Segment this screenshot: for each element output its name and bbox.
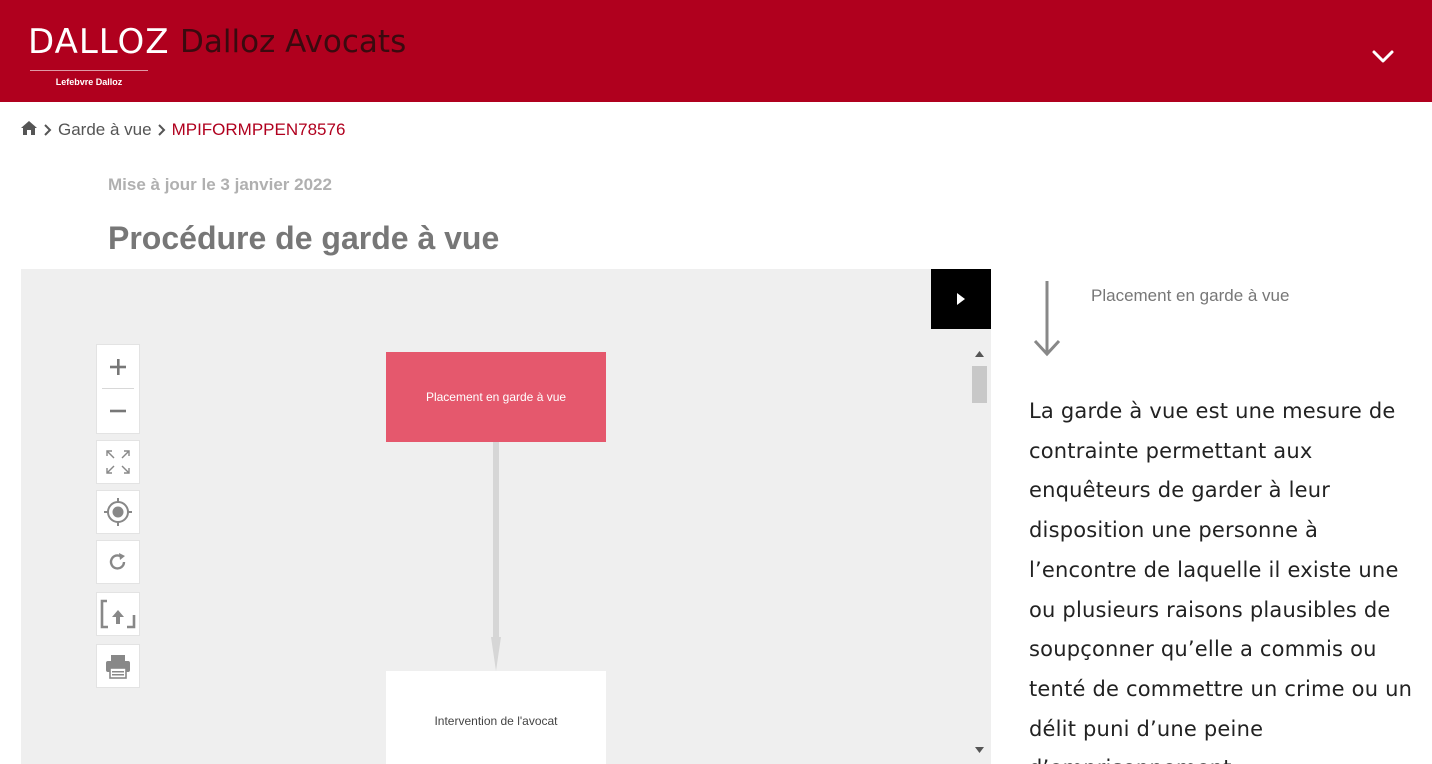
breadcrumb-item-garde-a-vue[interactable]: Garde à vue <box>58 120 152 140</box>
menu-toggle-button[interactable] <box>1366 40 1400 74</box>
chevron-right-icon <box>157 124 166 136</box>
chevron-right-icon <box>44 124 52 136</box>
logo-subtitle: Lefebvre Dalloz <box>55 77 123 87</box>
step-description: La garde à vue est une mesure de contrai… <box>1029 399 1413 764</box>
print-button[interactable] <box>96 644 140 688</box>
flowchart-viewer[interactable]: Placement en garde à vue Intervention de… <box>21 269 991 764</box>
print-icon <box>106 655 130 679</box>
locate-button[interactable] <box>96 490 140 534</box>
flow-connector-arrow <box>491 442 501 671</box>
zoom-out-button[interactable] <box>96 389 140 434</box>
scroll-up-icon[interactable] <box>975 351 984 357</box>
flow-node-placement[interactable]: Placement en garde à vue <box>386 352 606 442</box>
breadcrumb-home[interactable] <box>20 120 38 141</box>
step-title: Placement en garde à vue <box>1091 286 1290 305</box>
breadcrumb-current: MPIFORMPPEN78576 <box>171 120 346 139</box>
flow-node-intervention-avocat[interactable]: Intervention de l'avocat <box>386 671 606 764</box>
site-title[interactable]: Dalloz Avocats <box>180 24 406 60</box>
export-button[interactable] <box>96 592 140 636</box>
update-date: Mise à jour le 3 janvier 2022 <box>108 175 332 194</box>
fit-screen-button[interactable] <box>96 440 140 484</box>
refresh-icon <box>109 553 126 570</box>
minus-icon <box>110 409 126 413</box>
zoom-in-button[interactable] <box>96 344 140 389</box>
export-icon <box>100 599 136 629</box>
fit-screen-icon <box>106 450 130 474</box>
play-icon <box>957 293 965 305</box>
dalloz-logo[interactable]: DALLOZ Lefebvre Dalloz <box>28 22 170 90</box>
scrollbar-thumb[interactable] <box>972 366 987 403</box>
logo-wordmark: DALLOZ <box>28 22 170 62</box>
home-icon <box>21 120 37 135</box>
plus-icon <box>110 359 126 375</box>
diagram-scrollbar[interactable] <box>969 349 989 764</box>
locate-icon <box>104 498 132 526</box>
scroll-down-icon[interactable] <box>975 747 984 753</box>
arrow-down-icon <box>1033 281 1061 357</box>
page-title: Procédure de garde à vue <box>108 220 500 256</box>
breadcrumb: Garde à vue MPIFORMPPEN78576 <box>20 118 345 142</box>
play-button[interactable] <box>931 269 991 329</box>
site-header: DALLOZ Lefebvre Dalloz Dalloz Avocats <box>0 0 1432 102</box>
refresh-button[interactable] <box>96 540 140 584</box>
chevron-down-icon <box>1372 50 1394 63</box>
logo-divider <box>30 70 148 71</box>
